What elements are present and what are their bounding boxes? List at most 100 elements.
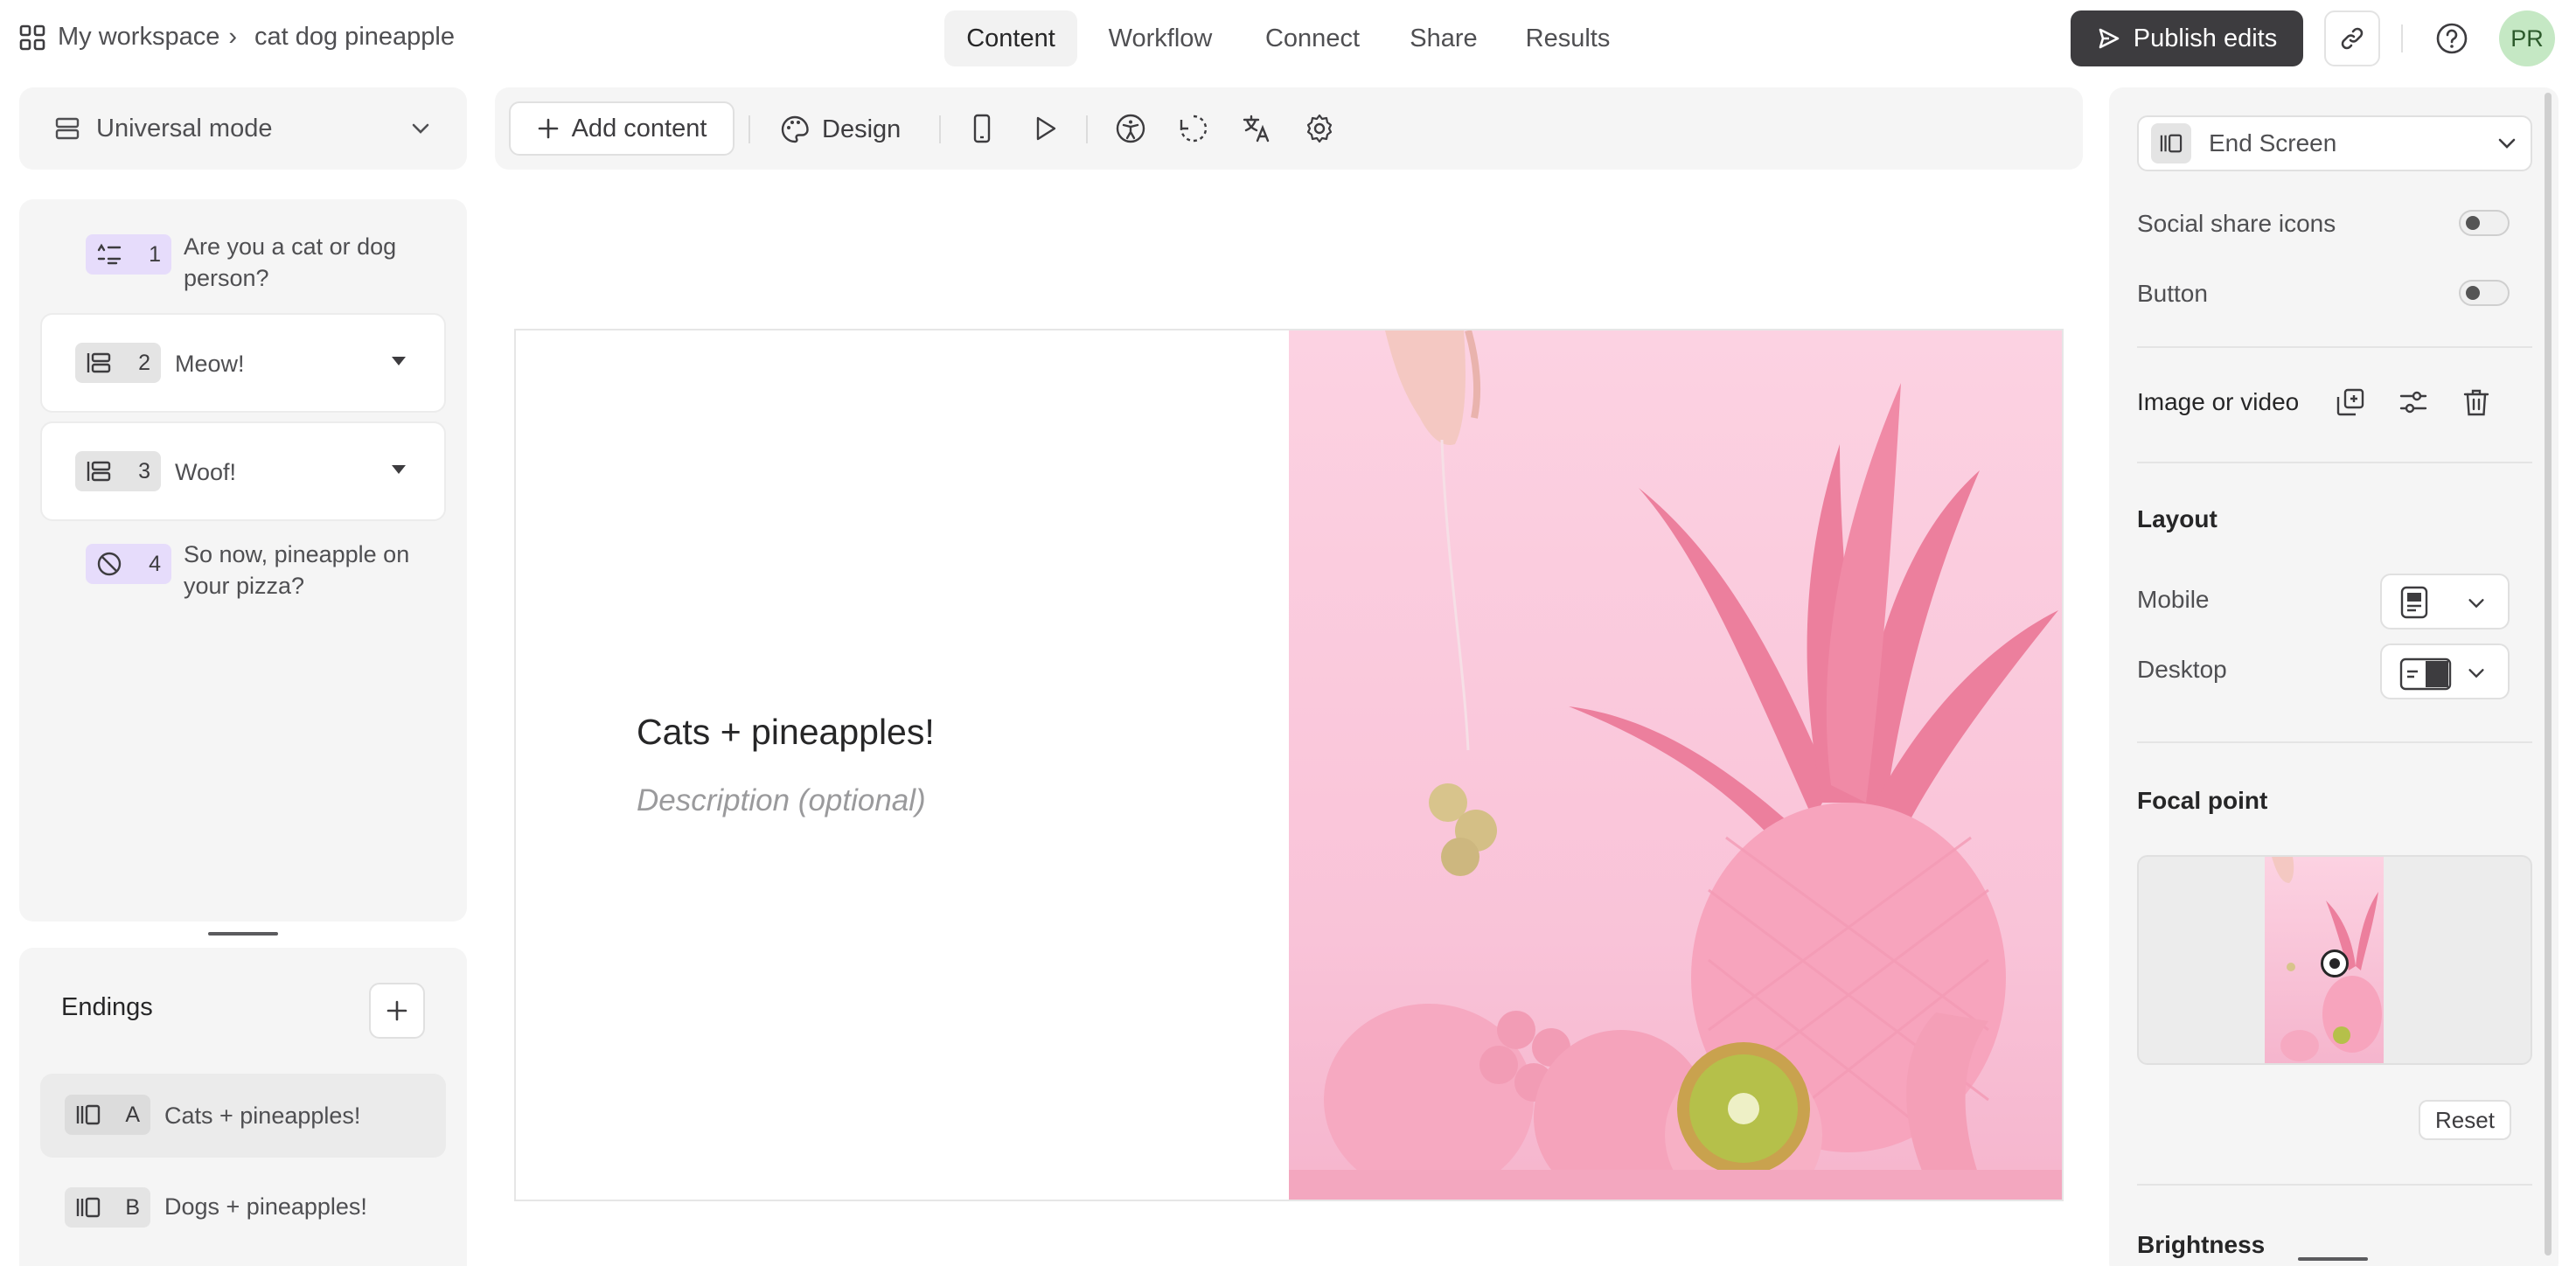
- desktop-layout-label: Desktop: [2137, 656, 2227, 683]
- question-list-panel: 1 Are you a cat or dog person? 2 Meow! 3…: [19, 199, 467, 922]
- focal-point-picker[interactable]: [2137, 855, 2532, 1065]
- mobile-preview-icon[interactable]: [964, 110, 1000, 147]
- ending-description-input[interactable]: Description (optional): [637, 783, 926, 818]
- question-text: Are you a cat or dog person?: [184, 233, 397, 291]
- question-number: 3: [138, 458, 150, 483]
- plus-icon: [537, 117, 560, 140]
- question-badge: 4: [86, 544, 171, 584]
- question-badge: 3: [75, 451, 161, 491]
- caret-down-icon[interactable]: [390, 355, 407, 367]
- ending-item-a[interactable]: A Cats + pineapples!: [40, 1074, 446, 1158]
- settings-gear-icon[interactable]: [1301, 110, 1338, 147]
- statement-icon: [86, 460, 112, 483]
- replace-media-icon[interactable]: [2335, 386, 2366, 418]
- rating-list-icon: [96, 243, 122, 266]
- question-number: 4: [149, 551, 161, 576]
- ending-title[interactable]: Cats + pineapples!: [637, 712, 935, 753]
- tab-results[interactable]: Results: [1511, 10, 1625, 66]
- ending-badge: B: [65, 1187, 150, 1228]
- ending-screen-icon: [75, 1103, 101, 1126]
- ending-item-b[interactable]: B Dogs + pineapples!: [40, 1166, 446, 1250]
- trash-icon[interactable]: [2461, 386, 2492, 418]
- ending-badge: A: [65, 1095, 150, 1135]
- ending-screen-icon: [75, 1196, 101, 1219]
- mobile-layout-label: Mobile: [2137, 586, 2210, 613]
- adjust-sliders-icon[interactable]: [2398, 386, 2429, 418]
- mode-dropdown[interactable]: Universal mode: [19, 87, 467, 170]
- design-button[interactable]: Design: [780, 105, 901, 154]
- add-ending-button[interactable]: [369, 983, 425, 1039]
- endings-heading: Endings: [61, 993, 153, 1021]
- question-badge: 2: [75, 343, 161, 383]
- ending-image[interactable]: [1289, 330, 2062, 1200]
- button-label: Button: [2137, 280, 2208, 307]
- question-item-2[interactable]: 2 Meow!: [40, 313, 446, 413]
- breadcrumb-project-name[interactable]: cat dog pineapple: [254, 23, 455, 52]
- ending-preview-canvas: Cats + pineapples! Description (optional…: [514, 329, 2064, 1201]
- plus-icon: [385, 998, 409, 1023]
- section-divider: [2137, 741, 2532, 743]
- add-content-button[interactable]: Add content: [509, 101, 735, 156]
- add-content-label: Add content: [571, 114, 707, 143]
- reset-focal-point-button[interactable]: Reset: [2419, 1100, 2511, 1140]
- translate-icon[interactable]: [1238, 110, 1275, 147]
- breadcrumb-separator: ›: [228, 23, 237, 51]
- button-toggle[interactable]: [2459, 280, 2510, 306]
- chevron-down-icon: [2466, 593, 2487, 614]
- question-text: Meow!: [175, 351, 245, 377]
- question-number: 1: [149, 241, 161, 267]
- link-icon: [2339, 25, 2365, 52]
- ending-text: Dogs + pineapples!: [164, 1193, 367, 1220]
- social-share-toggle[interactable]: [2459, 210, 2510, 236]
- screen-type-select[interactable]: End Screen: [2137, 115, 2532, 171]
- logic-icon[interactable]: [1175, 110, 1212, 147]
- breadcrumb: My workspace › cat dog pineapple: [19, 23, 455, 52]
- section-divider: [2137, 346, 2532, 348]
- screen-type-label: End Screen: [2209, 129, 2337, 157]
- properties-panel: End Screen Social share icons Button Ima…: [2109, 87, 2559, 1266]
- focal-point-marker[interactable]: [2321, 950, 2349, 977]
- tab-workflow[interactable]: Workflow: [1091, 10, 1229, 66]
- desktop-layout-select[interactable]: [2380, 643, 2510, 699]
- header-divider: [2401, 24, 2403, 52]
- mode-icon: [54, 115, 80, 142]
- tab-content[interactable]: Content: [944, 10, 1077, 66]
- chevron-down-icon: [409, 117, 432, 140]
- copy-link-button[interactable]: [2324, 10, 2380, 66]
- toolbar-divider: [939, 115, 941, 143]
- mode-label: Universal mode: [96, 114, 273, 143]
- avatar[interactable]: PR: [2499, 10, 2555, 66]
- publish-label: Publish edits: [2133, 24, 2278, 52]
- breadcrumb-workspace-link[interactable]: My workspace: [58, 23, 219, 52]
- question-badge: 1: [86, 234, 171, 275]
- tab-connect[interactable]: Connect: [1249, 10, 1376, 66]
- no-icon: [96, 551, 122, 577]
- question-number: 2: [138, 350, 150, 375]
- question-item-4[interactable]: 4 So now, pineapple on your pizza?: [40, 539, 446, 609]
- accessibility-icon[interactable]: [1112, 110, 1149, 147]
- statement-icon: [86, 351, 112, 374]
- workspace-grid-icon[interactable]: [19, 24, 45, 51]
- send-icon: [2097, 26, 2121, 51]
- caret-down-icon[interactable]: [390, 463, 407, 476]
- section-divider: [2137, 1184, 2532, 1186]
- properties-scrollbar[interactable]: [2545, 93, 2552, 1256]
- mobile-layout-select[interactable]: [2380, 574, 2510, 630]
- top-bar: My workspace › cat dog pineapple Content…: [0, 0, 2576, 77]
- question-item-3[interactable]: 3 Woof!: [40, 421, 446, 521]
- pineapple-illustration: [1289, 330, 2062, 1200]
- toolbar-divider: [1086, 115, 1088, 143]
- tab-share[interactable]: Share: [1396, 10, 1492, 66]
- ending-text: Cats + pineapples!: [164, 1103, 361, 1129]
- help-icon[interactable]: [2434, 21, 2469, 56]
- panel-resize-handle[interactable]: [208, 932, 278, 936]
- layout-heading: Layout: [2137, 505, 2217, 532]
- toolbar-divider: [748, 115, 750, 143]
- panel-resize-handle[interactable]: [2298, 1257, 2368, 1261]
- play-icon[interactable]: [1027, 110, 1063, 147]
- publish-button[interactable]: Publish edits: [2071, 10, 2303, 66]
- question-item-1[interactable]: 1 Are you a cat or dog person?: [40, 231, 446, 301]
- ending-screen-icon: [2151, 123, 2191, 163]
- editor-toolbar: Add content Design: [495, 87, 2083, 170]
- question-text: Woof!: [175, 459, 237, 485]
